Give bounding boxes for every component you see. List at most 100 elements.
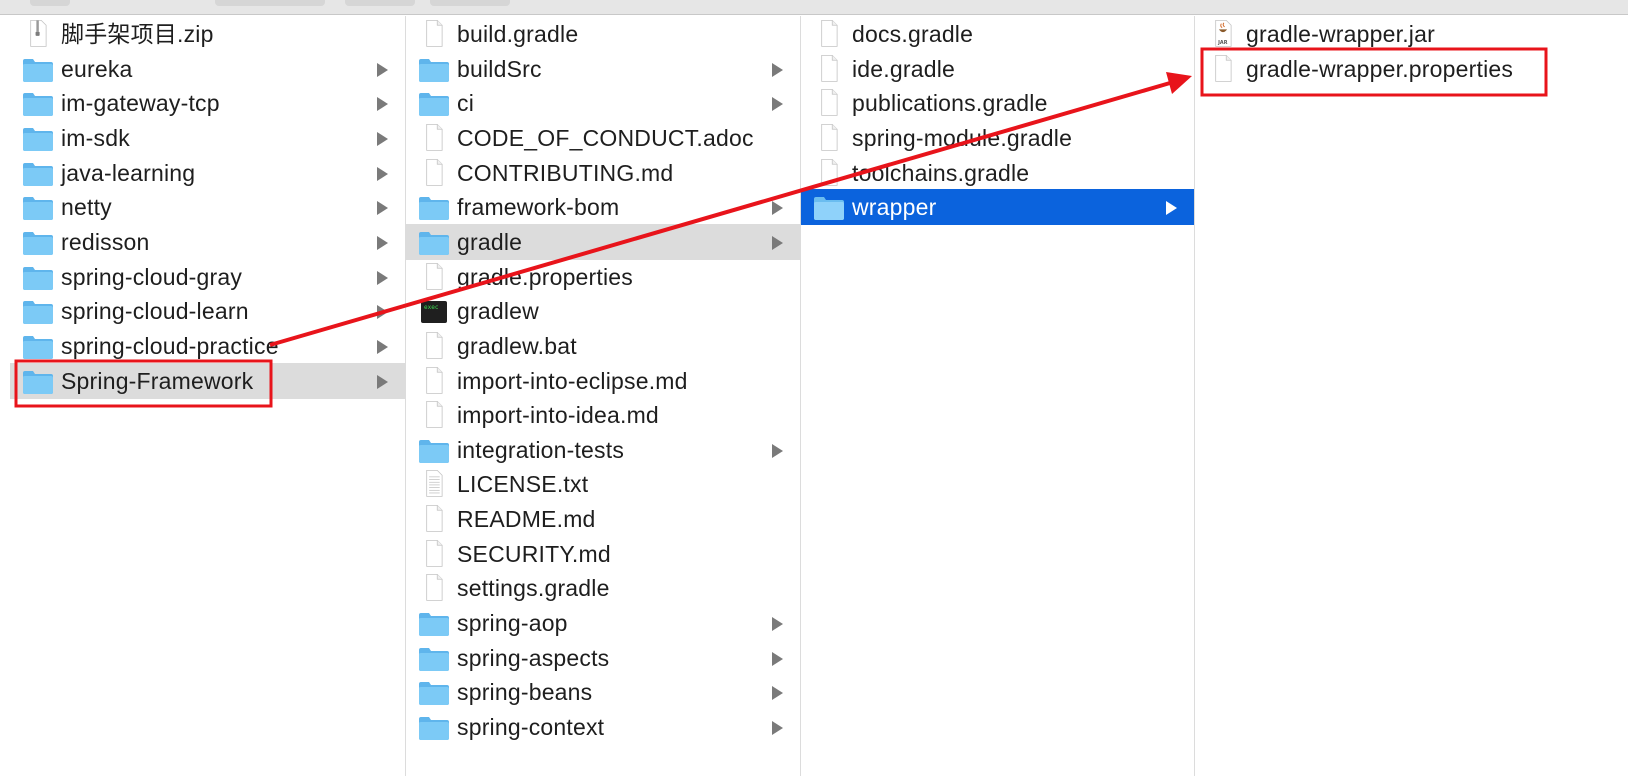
disclosure-chevron-icon	[772, 201, 783, 216]
item-label: SECURITY.md	[457, 540, 611, 567]
file-row-ide-gradle[interactable]: ide.gradle	[801, 51, 1194, 87]
file-row-publications-gradle[interactable]: publications.gradle	[801, 85, 1194, 121]
folder-icon	[418, 646, 450, 672]
folder-row-java-learning[interactable]: java-learning	[10, 155, 405, 191]
folder-row-integration-tests[interactable]: integration-tests	[406, 432, 800, 468]
folder-row-gradle[interactable]: gradle	[406, 223, 800, 260]
file-row-security-md[interactable]: SECURITY.md	[406, 536, 800, 572]
disclosure-chevron-icon	[377, 201, 388, 216]
document-icon	[418, 366, 450, 395]
folder-row-im-gateway-tcp[interactable]: im-gateway-tcp	[10, 85, 405, 121]
file-row-readme-md[interactable]: README.md	[406, 501, 800, 537]
folder-row-netty[interactable]: netty	[10, 189, 405, 225]
disclosure-chevron-icon	[377, 166, 388, 181]
folder-icon	[22, 299, 54, 325]
disclosure-chevron-icon	[772, 617, 783, 632]
file-row-gradle-wrapper-properties[interactable]: gradle-wrapper.properties	[1195, 51, 1628, 87]
file-row-license-txt[interactable]: LICENSE.txt	[406, 466, 800, 502]
file-row-docs-gradle[interactable]: docs.gradle	[801, 16, 1194, 52]
disclosure-chevron-icon	[772, 721, 783, 735]
file-row-code-of-conduct-adoc[interactable]: CODE_OF_CONDUCT.adoc	[406, 120, 800, 156]
item-label: spring-cloud-gray	[61, 263, 243, 290]
file-row-gradle-wrapper-jar[interactable]: JAR gradle-wrapper.jar	[1195, 16, 1628, 52]
folder-row-spring-cloud-practice[interactable]: spring-cloud-practice	[10, 328, 405, 364]
folder-row-spring-beans[interactable]: spring-beans	[406, 674, 800, 710]
item-label: spring-aspects	[457, 644, 610, 671]
svg-text:exec: exec	[424, 304, 439, 311]
folder-row-ci[interactable]: ci	[406, 85, 800, 121]
item-label: import-into-eclipse.md	[457, 367, 688, 394]
finder-column-view: 脚手架项目.zip eureka im-gateway-tcp im-sdk java-…	[0, 0, 1628, 776]
folder-icon	[418, 715, 450, 741]
folder-icon	[22, 334, 54, 360]
item-label: netty	[61, 194, 112, 221]
column-4[interactable]: JAR gradle-wrapper.jar gradle-wrapper.prop…	[1195, 16, 1628, 776]
folder-row-spring-context[interactable]: spring-context	[406, 709, 800, 745]
folder-row-spring-cloud-learn[interactable]: spring-cloud-learn	[10, 293, 405, 329]
folder-row-redisson[interactable]: redisson	[10, 224, 405, 260]
item-label: publications.gradle	[852, 90, 1048, 117]
disclosure-chevron-icon	[377, 131, 388, 146]
disclosure-chevron-icon	[377, 235, 388, 250]
item-label: ci	[457, 90, 475, 117]
item-label: redisson	[61, 228, 150, 255]
folder-icon	[418, 611, 450, 637]
column-1[interactable]: 脚手架项目.zip eureka im-gateway-tcp im-sdk java-…	[10, 16, 406, 776]
item-label: gradle-wrapper.jar	[1246, 21, 1435, 47]
item-label: buildSrc	[457, 55, 542, 82]
item-label: CODE_OF_CONDUCT.adoc	[457, 124, 754, 151]
file-row-spring-module-gradle[interactable]: spring-module.gradle	[801, 120, 1194, 156]
item-label: settings.gradle	[457, 575, 610, 602]
item-label: spring-module.gradle	[852, 124, 1073, 151]
column-2[interactable]: build.gradle buildSrc ci CODE_OF_CONDUCT.ad…	[406, 16, 801, 776]
item-label: ide.gradle	[852, 55, 956, 82]
document-icon	[418, 401, 450, 429]
document-icon	[418, 574, 450, 602]
folder-row-spring-aspects[interactable]: spring-aspects	[406, 640, 800, 676]
item-label: LICENSE.txt	[457, 471, 589, 498]
document-icon	[418, 262, 450, 291]
folder-row-eureka[interactable]: eureka	[10, 51, 405, 87]
jar-file-icon: JAR	[1207, 19, 1239, 48]
file-row-build-gradle[interactable]: build.gradle	[406, 16, 800, 52]
disclosure-chevron-icon	[772, 62, 783, 77]
file-row-contributing-md[interactable]: CONTRIBUTING.md	[406, 155, 800, 191]
column-3[interactable]: docs.gradle ide.gradle publications.gradle…	[801, 16, 1195, 776]
folder-icon	[418, 91, 450, 117]
file-row-zip[interactable]: 脚手架项目.zip	[10, 16, 405, 52]
item-label: gradlew.bat	[457, 332, 577, 359]
document-icon	[418, 123, 450, 152]
folder-row-im-sdk[interactable]: im-sdk	[10, 120, 405, 156]
disclosure-chevron-icon	[772, 443, 783, 458]
folder-icon	[418, 680, 450, 706]
folder-row-wrapper[interactable]: wrapper	[801, 189, 1194, 226]
item-label: im-gateway-tcp	[61, 90, 220, 117]
folder-row-spring-aop[interactable]: spring-aop	[406, 605, 800, 641]
file-row-toolchains-gradle[interactable]: toolchains.gradle	[801, 155, 1194, 191]
file-row-import-into-idea-md[interactable]: import-into-idea.md	[406, 397, 800, 433]
file-row-gradlew-bat[interactable]: gradlew.bat	[406, 328, 800, 364]
folder-row-spring-cloud-gray[interactable]: spring-cloud-gray	[10, 259, 405, 295]
item-label: Spring-Framework	[61, 367, 254, 394]
file-row-gradle-properties[interactable]: gradle.properties	[406, 259, 800, 295]
file-row-import-into-eclipse-md[interactable]: import-into-eclipse.md	[406, 363, 800, 399]
document-icon	[418, 158, 450, 187]
toolbar-strip	[0, 0, 1628, 15]
item-label: 脚手架项目.zip	[61, 21, 214, 47]
terminal-exec-icon: exec	[418, 299, 450, 325]
folder-icon	[22, 265, 54, 291]
folder-icon	[22, 230, 54, 256]
item-label: docs.gradle	[852, 21, 974, 47]
document-icon	[1207, 54, 1239, 83]
folder-row-buildsrc[interactable]: buildSrc	[406, 51, 800, 87]
file-row-gradlew[interactable]: exec gradlew	[406, 293, 800, 329]
item-label: im-sdk	[61, 124, 130, 151]
folder-row-spring-framework[interactable]: Spring-Framework	[10, 362, 405, 399]
disclosure-chevron-icon	[377, 270, 388, 285]
folder-row-framework-bom[interactable]: framework-bom	[406, 189, 800, 225]
disclosure-chevron-icon	[1166, 201, 1177, 216]
disclosure-chevron-icon	[377, 374, 388, 389]
item-label: spring-context	[457, 714, 605, 740]
svg-text:JAR: JAR	[1217, 40, 1228, 46]
file-row-settings-gradle[interactable]: settings.gradle	[406, 570, 800, 606]
